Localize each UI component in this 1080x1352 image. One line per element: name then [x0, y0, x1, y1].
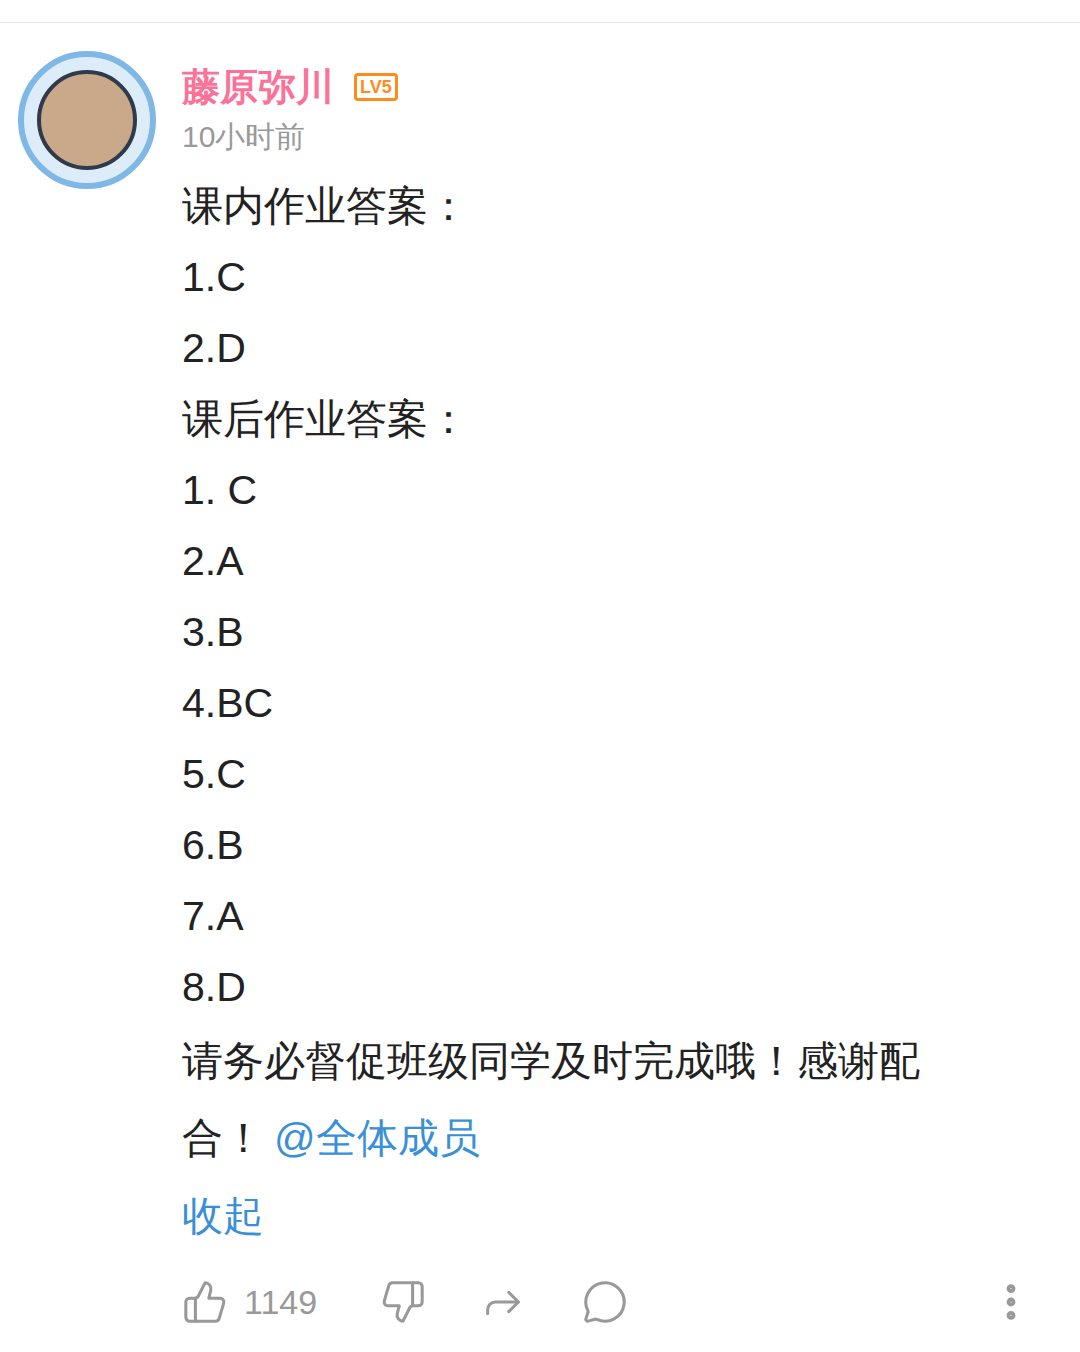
user-row: 藤原弥川 LV5 — [182, 59, 992, 115]
avatar-picture — [37, 70, 137, 170]
content-line: 1. C — [182, 455, 992, 526]
top-spacer — [0, 0, 1080, 22]
avatar-column — [0, 51, 182, 1332]
level-badge: LV5 — [354, 73, 398, 101]
username[interactable]: 藤原弥川 — [182, 63, 334, 111]
content-line: 课内作业答案： — [182, 171, 992, 242]
comment-body: 藤原弥川 LV5 10小时前课内作业答案：1.C2.D课后作业答案：1. C2.A3… — [182, 51, 992, 1332]
mention-link[interactable]: @全体成员 — [274, 1115, 480, 1161]
content-line: 1.C — [182, 242, 992, 313]
share-button[interactable] — [480, 1279, 582, 1325]
content-line: 2.A — [182, 526, 992, 597]
action-bar: 1149 — [182, 1272, 1042, 1332]
share-icon — [480, 1279, 526, 1325]
content-line: 6.B — [182, 810, 992, 881]
content-line: 5.C — [182, 739, 992, 810]
more-icon — [988, 1279, 1034, 1325]
content-line: 3.B — [182, 597, 992, 668]
comment-time: 10小时前 — [182, 117, 992, 157]
comment-icon — [582, 1279, 628, 1325]
reply-button[interactable] — [582, 1279, 682, 1325]
comment-page: 藤原弥川 LV5 10小时前课内作业答案：1.C2.D课后作业答案：1. C2.A3… — [0, 0, 1080, 1352]
comment-content: 课内作业答案：1.C2.D课后作业答案：1. C2.A3.B4.BC5.C6.B… — [182, 171, 992, 1177]
comment: 藤原弥川 LV5 10小时前课内作业答案：1.C2.D课后作业答案：1. C2.A3… — [0, 23, 1080, 1332]
like-button[interactable]: 1149 — [182, 1279, 380, 1325]
divider — [0, 22, 1080, 23]
content-line: 4.BC — [182, 668, 992, 739]
content-line: 7.A — [182, 881, 992, 952]
thumbs-down-icon — [380, 1279, 426, 1325]
more-button[interactable] — [988, 1279, 1042, 1325]
dislike-button[interactable] — [380, 1279, 480, 1325]
content-line: 2.D — [182, 313, 992, 384]
avatar[interactable] — [18, 51, 156, 189]
notice-text: 请务必督促班级同学及时完成哦！感谢配合！@全体成员 — [182, 1023, 992, 1177]
like-count: 1149 — [244, 1280, 317, 1324]
collapse-link[interactable]: 收起 — [182, 1181, 992, 1252]
content-line: 8.D — [182, 952, 992, 1023]
thumbs-up-icon — [182, 1279, 228, 1325]
content-line: 课后作业答案： — [182, 384, 992, 455]
